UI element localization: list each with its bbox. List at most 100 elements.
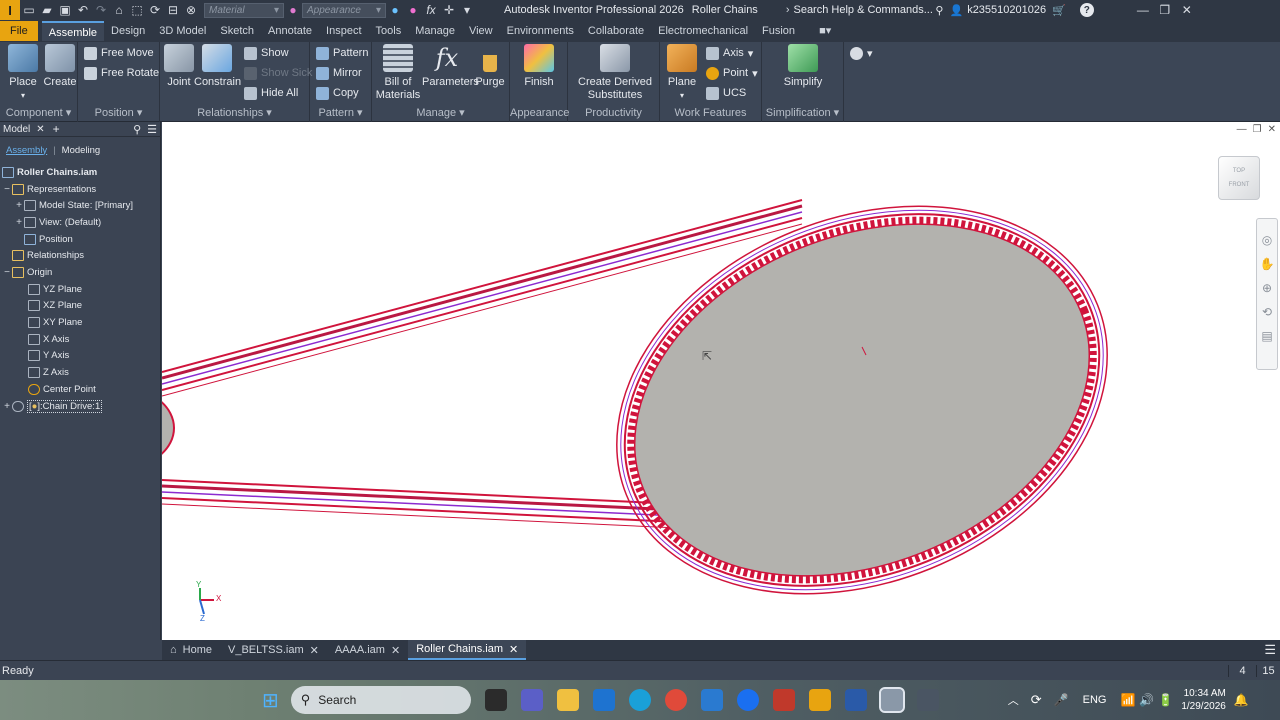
menu-icon[interactable]: ☰ [147,123,157,136]
point-button[interactable]: Point ▾ [706,64,758,82]
wifi-icon[interactable]: 📶 [1120,693,1135,707]
tree-item-model-state[interactable]: + Model State: [Primary] [14,197,133,213]
tree-root[interactable]: Roller Chains.iam [2,164,97,180]
file-explorer-icon[interactable] [556,689,579,711]
close-icon[interactable]: ✕ [1178,1,1196,19]
zalo-icon[interactable] [736,689,759,711]
tab-view[interactable]: View [462,21,500,41]
close-browser-tab-icon[interactable]: ✕ [36,124,44,135]
collapse-icon[interactable]: − [2,184,12,195]
material-dropdown[interactable]: Material ▾ [204,2,284,18]
panel-label-relationships[interactable]: Relationships ▾ [160,106,309,119]
add-browser-icon[interactable]: + [53,122,60,136]
tree-item-relationships[interactable]: Relationships [12,247,84,263]
home-icon[interactable]: ⌂ [110,1,128,19]
tree-item-y-axis[interactable]: Y Axis [28,347,69,363]
windows-start-icon[interactable]: ⊞ [262,688,279,713]
show-button[interactable]: Show [244,44,289,62]
ribbon-options-icon[interactable]: ▾ [850,44,873,62]
ucs-button[interactable]: UCS [706,84,746,102]
free-move-button[interactable]: Free Move [84,44,154,62]
microphone-icon[interactable]: 🎤 [1054,693,1069,707]
tab-design[interactable]: Design [104,21,152,41]
new-file-icon[interactable]: ▭ [20,1,38,19]
tab-fusion[interactable]: Fusion [755,21,802,41]
viewport-restore-icon[interactable]: ❐ [1253,124,1262,135]
app-logo[interactable]: I [0,0,20,20]
small-sprocket[interactable] [162,388,175,468]
tree-item-xy-plane[interactable]: XY Plane [28,314,82,330]
taskbar-search[interactable]: ⚲ Search [290,686,471,714]
tab-manage[interactable]: Manage [408,21,462,41]
clear-appearance-icon[interactable]: ● [404,1,422,19]
undo-icon[interactable]: ↶ [74,1,92,19]
doc-tab-roller-chains[interactable]: Roller Chains.iam ✕ [408,640,527,660]
hide-all-button[interactable]: Hide All [244,84,298,102]
parameters-button[interactable]: fx Parameters [422,44,479,89]
task-view-icon[interactable] [484,689,507,711]
panel-label-simplification[interactable]: Simplification ▾ [762,106,843,119]
update-icon[interactable]: ⟳ [146,1,164,19]
tree-item-origin[interactable]: − Origin [2,264,52,280]
store-icon[interactable] [592,689,615,711]
steering-wheel-icon[interactable]: ◎ [1262,233,1272,247]
tree-item-z-axis[interactable]: Z Axis [28,364,69,380]
user-name[interactable]: k235510201026 [967,4,1046,16]
inventor-pro-icon[interactable] [808,689,831,711]
select-icon[interactable]: ⬚ [128,1,146,19]
open-folder-icon[interactable]: ▰ [38,1,56,19]
minimize-icon[interactable]: — [1134,1,1152,19]
appearance-dropdown[interactable]: Appearance ▾ [302,2,386,18]
subtab-modeling[interactable]: Modeling [62,145,101,156]
pan-icon[interactable]: ✋ [1260,257,1275,271]
tree-item-position[interactable]: Position [24,231,73,247]
viewport-minimize-icon[interactable]: — [1237,124,1247,135]
panel-label-manage[interactable]: Manage ▾ [372,106,509,119]
remote-app-icon[interactable] [916,689,939,711]
fx-icon[interactable]: fx [422,1,440,19]
save-icon[interactable]: ▣ [56,1,74,19]
restore-icon[interactable]: ❐ [1156,1,1174,19]
doc-tab-home[interactable]: ⌂ Home [162,640,220,660]
video-camera-icon[interactable]: ■▾ [812,21,838,41]
tree-item-xz-plane[interactable]: XZ Plane [28,297,82,313]
user-icon[interactable]: 👤 [949,4,963,17]
language-indicator[interactable]: ENG [1083,694,1107,706]
measure-icon[interactable]: ⊟ [164,1,182,19]
collapse-icon[interactable]: − [2,267,12,278]
tree-item-center-point[interactable]: Center Point [28,381,96,397]
graphics-viewport[interactable]: ⇱ — ❐ ✕ TOP FRONT ◎ ✋ ⊕ ⟲ ▤ X Y Z [162,122,1280,640]
volume-icon[interactable]: 🔊 [1139,693,1154,707]
clock[interactable]: 10:34 AM 1/29/2026 [1181,687,1226,713]
copy-button[interactable]: Copy [316,84,359,102]
tree-item-x-axis[interactable]: X Axis [28,331,69,347]
tab-3d-model[interactable]: 3D Model [152,21,213,41]
expand-icon[interactable]: + [14,217,24,228]
tab-assemble[interactable]: Assemble [41,21,105,41]
help-search-input[interactable]: Search Help & Commands... ⚲ [793,3,943,18]
subtab-assembly[interactable]: Assembly [6,145,47,156]
mirror-button[interactable]: Mirror [316,64,362,82]
doc-tab-v-beltss[interactable]: V_BELTSS.iam ✕ [220,640,327,660]
help-icon[interactable]: ? [1079,3,1094,17]
tab-file[interactable]: File [0,21,38,41]
create-derived-substitutes-button[interactable]: Create Derived Substitutes [574,44,656,102]
tab-annotate[interactable]: Annotate [261,21,319,41]
simplify-button[interactable]: Simplify [780,44,826,89]
word-icon[interactable] [844,689,867,711]
show-hidden-icons[interactable]: ︿ [1008,692,1019,708]
panel-label-component[interactable]: Component ▾ [0,106,77,119]
cancel-icon[interactable]: ⊗ [182,1,200,19]
search-icon[interactable]: ⚲ [133,123,141,136]
teams-icon[interactable] [520,689,543,711]
place-button[interactable]: Place ▾ [6,44,40,102]
chain-drive-model[interactable]: ⇱ [162,122,1280,640]
axis-button[interactable]: Axis ▾ [706,44,753,62]
edge-icon[interactable] [628,689,651,711]
view-cube[interactable]: TOP FRONT [1218,156,1260,200]
tree-item-representations[interactable]: − Representations [2,181,96,197]
tab-sketch[interactable]: Sketch [213,21,261,41]
free-rotate-button[interactable]: Free Rotate [84,64,159,82]
expand-icon[interactable]: + [14,200,24,211]
customize-icon[interactable]: ▾ [458,1,476,19]
